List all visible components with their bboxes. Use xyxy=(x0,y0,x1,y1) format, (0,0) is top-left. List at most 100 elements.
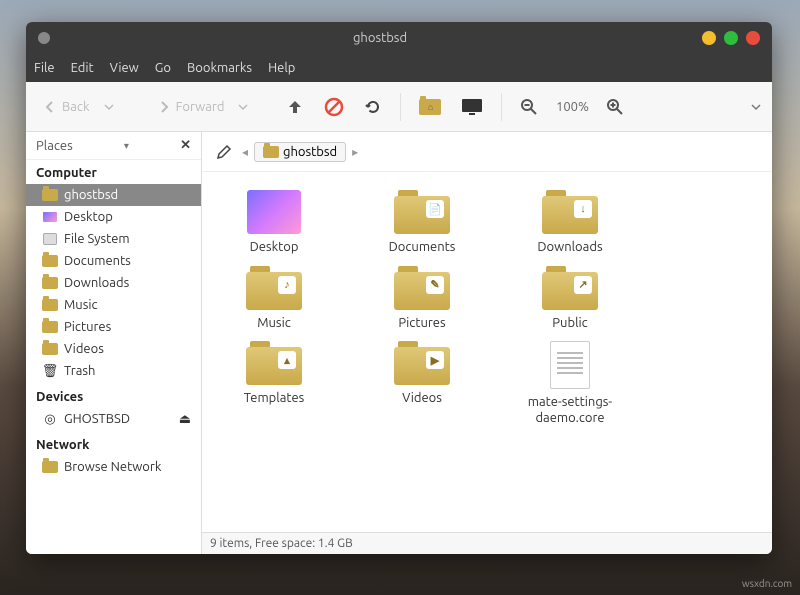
sidebar-item-browse-network[interactable]: Browse Network xyxy=(26,456,201,478)
file-label: Downloads xyxy=(537,240,602,256)
watermark: wsxdn.com xyxy=(742,578,792,589)
dropdown-icon[interactable] xyxy=(104,102,114,112)
menubar: File Edit View Go Bookmarks Help xyxy=(26,54,772,82)
folder-icon: ♪ xyxy=(246,266,302,310)
pencil-icon xyxy=(216,144,232,160)
window-title: ghostbsd xyxy=(58,31,702,45)
sidebar-item-music[interactable]: Music xyxy=(26,294,201,316)
monitor-icon xyxy=(461,98,483,116)
path-prev-icon[interactable]: ◂ xyxy=(242,145,248,159)
folder-icon xyxy=(42,275,58,291)
close-sidebar-icon[interactable]: ✕ xyxy=(180,138,191,153)
chevron-down-icon[interactable]: ▾ xyxy=(124,140,129,152)
folder-icon xyxy=(42,341,58,357)
file-label: Documents xyxy=(389,240,456,256)
home-folder-icon xyxy=(263,146,279,158)
breadcrumb-home[interactable]: ghostbsd xyxy=(254,142,346,162)
statusbar: 9 items, Free space: 1.4 GB xyxy=(202,532,772,554)
folder-icon: ▶ xyxy=(394,341,450,385)
dropdown-icon[interactable] xyxy=(238,102,248,112)
file-label: Templates xyxy=(244,391,305,407)
zoom-in-button[interactable] xyxy=(600,94,630,120)
file-label: Public xyxy=(552,316,587,332)
file-label: mate-settings-daemo.core xyxy=(510,395,630,426)
file-item[interactable]: ♪ Music xyxy=(214,266,334,332)
sidebar-item-downloads[interactable]: Downloads xyxy=(26,272,201,294)
up-button[interactable] xyxy=(280,94,310,120)
file-item[interactable]: ✎ Pictures xyxy=(362,266,482,332)
optical-icon: ◎ xyxy=(42,411,58,427)
desktop-icon xyxy=(247,190,301,234)
folder-icon xyxy=(42,459,58,475)
window-menu-dot[interactable] xyxy=(38,32,50,44)
file-icon xyxy=(550,341,590,389)
file-item[interactable]: Desktop xyxy=(214,190,334,256)
window-buttons xyxy=(702,31,760,45)
sidebar-item-trash[interactable]: 🗑Trash xyxy=(26,360,201,382)
icon-view[interactable]: Desktop 📄 Documents ↓ Downloads ♪ Music ✎ Pictur… xyxy=(202,172,772,532)
sidebar-item-desktop[interactable]: Desktop xyxy=(26,206,201,228)
stop-button[interactable] xyxy=(318,93,350,121)
titlebar[interactable]: ghostbsd xyxy=(26,22,772,54)
close-button[interactable] xyxy=(746,31,760,45)
sidebar-group-devices: Devices xyxy=(26,386,201,408)
sidebar-item-filesystem[interactable]: File System xyxy=(26,228,201,250)
folder-icon xyxy=(42,253,58,269)
path-next-icon[interactable]: ▸ xyxy=(352,145,358,159)
home-folder-icon xyxy=(42,187,58,203)
sidebar-item-pictures[interactable]: Pictures xyxy=(26,316,201,338)
file-item[interactable]: mate-settings-daemo.core xyxy=(510,341,630,426)
file-label: Videos xyxy=(402,391,442,407)
minimize-button[interactable] xyxy=(702,31,716,45)
menu-go[interactable]: Go xyxy=(155,61,171,75)
toolbar: Back Forward ⌂ 100% xyxy=(26,82,772,132)
folder-icon: ✎ xyxy=(394,266,450,310)
menu-view[interactable]: View xyxy=(110,61,139,75)
menu-file[interactable]: File xyxy=(34,61,55,75)
main-pane: ◂ ghostbsd ▸ Desktop 📄 Documents ↓ Downloads… xyxy=(202,132,772,554)
zoom-out-button[interactable] xyxy=(514,94,544,120)
forward-button[interactable]: Forward xyxy=(150,95,231,119)
home-button[interactable]: ⌂ xyxy=(413,95,447,119)
folder-icon: ↗ xyxy=(542,266,598,310)
file-label: Desktop xyxy=(250,240,299,256)
no-entry-icon xyxy=(324,97,344,117)
sidebar-group-network: Network xyxy=(26,434,201,456)
view-mode-dropdown-icon[interactable] xyxy=(750,101,762,113)
reload-icon xyxy=(364,98,382,116)
trash-icon: 🗑 xyxy=(42,363,58,379)
file-manager-window: ghostbsd File Edit View Go Bookmarks Hel… xyxy=(26,22,772,554)
sidebar-item-documents[interactable]: Documents xyxy=(26,250,201,272)
computer-button[interactable] xyxy=(455,94,489,120)
file-item[interactable]: ↗ Public xyxy=(510,266,630,332)
desktop-icon xyxy=(42,209,58,225)
menu-bookmarks[interactable]: Bookmarks xyxy=(187,61,252,75)
file-item[interactable]: 📄 Documents xyxy=(362,190,482,256)
file-label: Pictures xyxy=(398,316,445,332)
sidebar-item-ghostbsd-media[interactable]: ◎GHOSTBSD⏏ xyxy=(26,408,201,430)
zoom-level: 100% xyxy=(552,100,592,114)
reload-button[interactable] xyxy=(358,94,388,120)
folder-icon: ↓ xyxy=(542,190,598,234)
sidebar-item-videos[interactable]: Videos xyxy=(26,338,201,360)
file-item[interactable]: ▴ Templates xyxy=(214,341,334,426)
menu-edit[interactable]: Edit xyxy=(71,61,94,75)
home-folder-icon: ⌂ xyxy=(419,99,441,115)
folder-icon: 📄 xyxy=(394,190,450,234)
folder-icon xyxy=(42,319,58,335)
edit-path-button[interactable] xyxy=(212,140,236,164)
sidebar-header: Places ▾ ✕ xyxy=(26,132,201,160)
arrow-right-icon xyxy=(156,99,172,115)
menu-help[interactable]: Help xyxy=(268,61,295,75)
folder-icon: ▴ xyxy=(246,341,302,385)
sidebar-item-ghostbsd[interactable]: ghostbsd xyxy=(26,184,201,206)
zoom-in-icon xyxy=(606,98,624,116)
file-item[interactable]: ▶ Videos xyxy=(362,341,482,426)
eject-icon[interactable]: ⏏ xyxy=(179,412,191,427)
file-item[interactable]: ↓ Downloads xyxy=(510,190,630,256)
file-label: Music xyxy=(257,316,291,332)
back-button[interactable]: Back xyxy=(36,95,96,119)
maximize-button[interactable] xyxy=(724,31,738,45)
sidebar: Places ▾ ✕ Computer ghostbsd Desktop Fil… xyxy=(26,132,202,554)
folder-icon xyxy=(42,297,58,313)
